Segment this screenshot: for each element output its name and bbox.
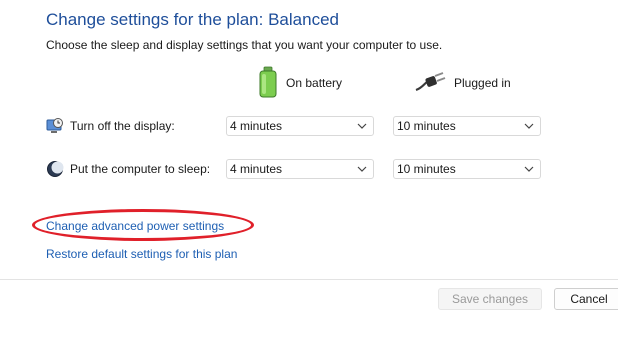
restore-defaults-link[interactable]: Restore default settings for this plan: [46, 247, 237, 261]
advanced-power-settings-link[interactable]: Change advanced power settings: [46, 219, 224, 233]
sleep-plugged-value: 10 minutes: [397, 162, 456, 176]
chevron-down-icon: [524, 123, 534, 129]
row-label-display: Turn off the display:: [46, 115, 175, 137]
moon-sleep-icon: [46, 160, 64, 178]
sleep-label-text: Put the computer to sleep:: [70, 162, 211, 176]
display-battery-value: 4 minutes: [230, 119, 283, 133]
display-plugged-select[interactable]: 10 minutes: [393, 116, 541, 136]
power-plug-icon: [414, 70, 446, 97]
sleep-battery-value: 4 minutes: [230, 162, 283, 176]
page-subtitle: Choose the sleep and display settings th…: [46, 38, 443, 52]
footer-divider: [0, 279, 618, 280]
display-label-text: Turn off the display:: [70, 119, 175, 133]
display-battery-select[interactable]: 4 minutes: [226, 116, 374, 136]
column-label-battery: On battery: [286, 76, 343, 90]
display-plugged-value: 10 minutes: [397, 119, 456, 133]
column-label-plugged: Plugged in: [454, 76, 511, 90]
column-header-battery: On battery: [258, 66, 342, 100]
row-label-sleep: Put the computer to sleep:: [46, 158, 210, 180]
cancel-button[interactable]: Cancel: [554, 288, 618, 310]
sleep-battery-select[interactable]: 4 minutes: [226, 159, 374, 179]
page-title: Change settings for the plan: Balanced: [46, 10, 339, 29]
chevron-down-icon: [524, 166, 534, 172]
monitor-clock-icon: [46, 117, 64, 135]
sleep-plugged-select[interactable]: 10 minutes: [393, 159, 541, 179]
column-header-plugged: Plugged in: [414, 66, 511, 100]
battery-icon: [258, 66, 278, 101]
chevron-down-icon: [357, 166, 367, 172]
chevron-down-icon: [357, 123, 367, 129]
save-changes-button[interactable]: Save changes: [438, 288, 542, 310]
